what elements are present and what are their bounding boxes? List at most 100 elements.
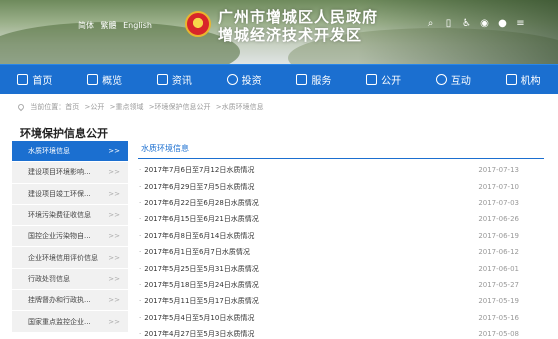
article-title-link[interactable]: 2017年6月8日至6月14日水质情况	[139, 231, 254, 241]
nav-label: 机构	[520, 76, 541, 87]
sidebar-item-label: 企业环境信用评价信息	[28, 253, 98, 262]
article-date: 2017-05-16	[478, 313, 519, 322]
nav-item-service[interactable]: 服务	[279, 65, 349, 94]
globe-icon	[226, 74, 238, 85]
list-item[interactable]: 2017年4月27日至5月3日水质情况 2017-05-08	[139, 326, 519, 339]
wechat-icon[interactable]: ●	[497, 18, 508, 29]
article-title-link[interactable]: 2017年5月25日至5月31日水质情况	[139, 264, 259, 274]
article-title-link[interactable]: 2017年5月18日至5月24日水质情况	[139, 280, 259, 290]
article-list: 2017年7月6日至7月12日水质情况 2017-07-13 2017年6月29日…	[139, 162, 519, 339]
article-date: 2017-06-01	[478, 264, 519, 273]
sidebar-item-label: 挂牌督办和行政执...	[28, 296, 91, 305]
chevron-right-icon: >>	[108, 168, 120, 177]
site-title-line1: 广州市增城区人民政府	[218, 8, 379, 26]
article-title-link[interactable]: 2017年6月22日至6月28日水质情况	[139, 198, 259, 208]
sidebar-item-completion[interactable]: 建设项目竣工环保... >>	[12, 183, 128, 205]
nav-label: 概览	[102, 76, 123, 87]
header-decoration	[358, 0, 558, 64]
lang-english[interactable]: English	[123, 21, 152, 30]
list-item[interactable]: 2017年5月25日至5月31日水质情况 2017-06-01	[139, 260, 519, 276]
accessibility-icon[interactable]: ♿	[461, 18, 472, 29]
home-icon	[17, 74, 29, 85]
article-date: 2017-05-08	[478, 330, 519, 339]
chevron-right-icon: >>	[108, 189, 120, 198]
chevron-right-icon: >>	[108, 232, 120, 241]
sidebar-item-label: 水质环境信息	[28, 147, 70, 156]
breadcrumb-item[interactable]: >公开	[84, 103, 104, 111]
sidebar-item-label: 国家重点监控企业...	[28, 317, 91, 326]
list-item[interactable]: 2017年6月15日至6月21日水质情况 2017-06-26	[139, 211, 519, 227]
sidebar-item-label: 国控企业污染物自...	[28, 232, 91, 241]
site-header: 简体 繁體 English 广州市增城区人民政府 增城经济技术开发区 ⌕ ▯ ♿…	[0, 0, 558, 64]
sidebar-item-credit[interactable]: 企业环境信用评价信息 >>	[12, 247, 128, 269]
lang-traditional[interactable]: 繁體	[101, 21, 117, 30]
more-icon[interactable]: ≡	[515, 18, 526, 29]
breadcrumb: 当前位置：首页 >公开 >重点领域 >环境保护信息公开 >水质环境信息	[16, 102, 267, 112]
article-title-link[interactable]: 2017年5月4日至5月10日水质情况	[139, 313, 254, 323]
list-item[interactable]: 2017年6月22日至6月28日水质情况 2017-07-03	[139, 195, 519, 211]
chat-icon	[435, 74, 447, 85]
article-title-link[interactable]: 2017年6月15日至6月21日水质情况	[139, 214, 259, 224]
chevron-right-icon: >>	[108, 296, 120, 305]
article-date: 2017-06-19	[478, 231, 519, 240]
nav-label: 资讯	[171, 76, 192, 87]
sidebar-item-key-enterprises[interactable]: 国家重点监控企业... >>	[12, 311, 128, 333]
nav-item-invest[interactable]: 投资	[209, 65, 279, 94]
sidebar-item-monitoring[interactable]: 国控企业污染物自... >>	[12, 226, 128, 248]
article-date: 2017-07-13	[478, 166, 519, 175]
chevron-right-icon: >>	[108, 317, 120, 326]
section-divider	[138, 158, 544, 159]
nav-item-overview[interactable]: 概览	[70, 65, 140, 94]
briefcase-icon	[296, 74, 308, 85]
list-item[interactable]: 2017年7月6日至7月12日水质情况 2017-07-13	[139, 162, 519, 178]
article-title-link[interactable]: 2017年7月6日至7月12日水质情况	[139, 165, 254, 175]
sidebar-item-supervision[interactable]: 挂牌督办和行政执... >>	[12, 290, 128, 312]
article-title-link[interactable]: 2017年5月11日至5月17日水质情况	[139, 296, 259, 306]
nav-label: 首页	[32, 76, 53, 87]
article-date: 2017-07-03	[478, 198, 519, 207]
nav-item-news[interactable]: 资讯	[140, 65, 210, 94]
breadcrumb-item[interactable]: >水质环境信息	[216, 103, 264, 111]
nav-item-home[interactable]: 首页	[0, 65, 70, 94]
lang-simplified[interactable]: 简体	[78, 21, 94, 30]
language-switcher: 简体 繁體 English	[78, 20, 156, 31]
nav-item-org[interactable]: 机构	[488, 65, 558, 94]
nav-label: 服务	[311, 76, 332, 87]
breadcrumb-item[interactable]: >环境保护信息公开	[149, 103, 211, 111]
sidebar-item-water-quality[interactable]: 水质环境信息 >>	[12, 141, 128, 163]
article-date: 2017-07-10	[478, 182, 519, 191]
nav-label: 公开	[381, 76, 402, 87]
nav-item-interact[interactable]: 互动	[419, 65, 489, 94]
list-item[interactable]: 2017年5月18日至5月24日水质情况 2017-05-27	[139, 277, 519, 293]
nav-label: 投资	[241, 76, 262, 87]
sidebar-item-pollution-fee[interactable]: 环境污染费征收信息 >>	[12, 204, 128, 227]
list-item[interactable]: 2017年6月8日至6月14日水质情况 2017-06-19	[139, 228, 519, 244]
list-item[interactable]: 2017年6月1日至6月7日水质情况 2017-06-12	[139, 244, 519, 260]
sidebar-title: 环境保护信息公开	[20, 127, 108, 140]
monitor-icon	[366, 74, 378, 85]
list-item[interactable]: 2017年5月11日至5月17日水质情况 2017-05-19	[139, 293, 519, 309]
sidebar-item-penalty[interactable]: 行政处罚信息 >>	[12, 268, 128, 291]
nav-item-public[interactable]: 公开	[349, 65, 419, 94]
section-title: 水质环境信息	[141, 144, 189, 153]
nav-label: 互动	[450, 76, 471, 87]
breadcrumb-item[interactable]: >重点领域	[110, 103, 144, 111]
weibo-icon[interactable]: ◉	[479, 18, 490, 29]
article-title-link[interactable]: 2017年6月1日至6月7日水质情况	[139, 247, 250, 257]
main-nav: 首页 概览 资讯 投资 服务 公开 互动 机构	[0, 64, 558, 94]
header-tools: ⌕ ▯ ♿ ◉ ● ≡	[425, 18, 526, 29]
list-item[interactable]: 2017年5月4日至5月10日水质情况 2017-05-16	[139, 310, 519, 326]
chevron-right-icon: >>	[108, 274, 120, 283]
sidebar: 水质环境信息 >> 建设项目环境影响... >> 建设项目竣工环保... >> 环境污…	[12, 141, 128, 333]
site-title[interactable]: 广州市增城区人民政府 增城经济技术开发区	[218, 8, 378, 44]
sidebar-item-eia[interactable]: 建设项目环境影响... >>	[12, 162, 128, 184]
sidebar-item-label: 行政处罚信息	[28, 274, 70, 283]
mobile-icon[interactable]: ▯	[443, 18, 454, 29]
article-title-link[interactable]: 2017年4月27日至5月3日水质情况	[139, 329, 254, 339]
article-date: 2017-05-19	[478, 297, 519, 306]
breadcrumb-item[interactable]: 当前位置：首页	[30, 103, 79, 111]
article-date: 2017-06-26	[478, 215, 519, 224]
search-icon[interactable]: ⌕	[425, 18, 436, 29]
article-title-link[interactable]: 2017年6月29日至7月5日水质情况	[139, 182, 254, 192]
list-item[interactable]: 2017年6月29日至7月5日水质情况 2017-07-10	[139, 178, 519, 194]
